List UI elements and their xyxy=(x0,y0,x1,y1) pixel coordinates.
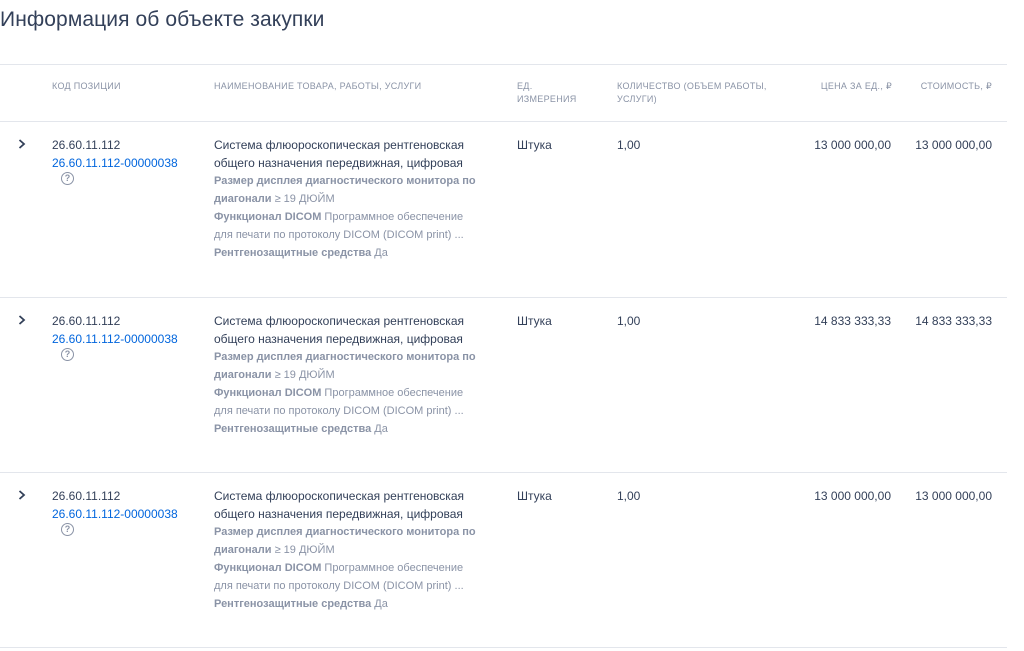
attribute-dicom-cont: для печати по протоколу DICOM (DICOM pri… xyxy=(214,229,464,241)
page-title: Информация об объекте закупки xyxy=(0,8,325,31)
item-name-line2: общего назначения передвижная, цифровая xyxy=(214,332,463,346)
row-divider xyxy=(0,297,1007,298)
attribute-value: ≥ 19 ДЮЙМ xyxy=(271,544,335,556)
attribute-label: Функционал DICOM xyxy=(214,387,322,399)
attribute-label: Размер дисплея диагностического монитора… xyxy=(214,526,476,538)
attribute-value: Да xyxy=(371,247,388,259)
header-unit-price: ЦЕНА ЗА ЕД., ₽ xyxy=(820,81,892,91)
unit-price-cell: 13 000 000,00 xyxy=(814,138,891,152)
item-name-line2: общего назначения передвижная, цифровая xyxy=(214,156,463,170)
header-unit-line2: ИЗМЕРЕНИЯ xyxy=(517,94,577,104)
attribute-label: диагонали xyxy=(214,544,272,556)
ktru-code-link[interactable]: 26.60.11.112-00000038 xyxy=(52,505,202,523)
unit-price-cell: 14 833 333,33 xyxy=(814,314,891,328)
attribute-dicom: Функционал DICOM Программное обеспечение xyxy=(214,559,504,577)
okpd-code: 26.60.11.112 xyxy=(52,489,121,503)
attribute-value: Да xyxy=(371,423,388,435)
okpd-code: 26.60.11.112 xyxy=(52,314,121,328)
item-name-cell: Система флюороскопическая рентгеновская … xyxy=(214,136,504,262)
help-icon[interactable]: ? xyxy=(61,348,74,361)
header-quantity-line2: УСЛУГИ) xyxy=(617,94,657,104)
attribute-label: диагонали xyxy=(214,193,272,205)
unit-cell: Штука xyxy=(517,489,552,503)
table-top-divider xyxy=(0,64,1007,65)
header-divider xyxy=(0,121,1007,122)
item-name-cell: Система флюороскопическая рентгеновская … xyxy=(214,487,504,613)
unit-price-cell: 13 000 000,00 xyxy=(814,489,891,503)
attribute-display-size-cont: диагонали ≥ 19 ДЮЙМ xyxy=(214,190,504,208)
header-unit: ЕД. ИЗМЕРЕНИЯ xyxy=(517,80,577,106)
attribute-display-size-cont: диагонали ≥ 19 ДЮЙМ xyxy=(214,366,504,384)
position-code-cell: 26.60.11.112 26.60.11.112-00000038 ? xyxy=(52,312,202,361)
attribute-dicom: Функционал DICOM Программное обеспечение xyxy=(214,208,504,226)
attribute-display-size: Размер дисплея диагностического монитора… xyxy=(214,172,504,190)
header-name: НАИМЕНОВАНИЕ ТОВАРА, РАБОТЫ, УСЛУГИ xyxy=(214,81,422,91)
chevron-right-icon xyxy=(18,490,26,500)
ktru-code-link[interactable]: 26.60.11.112-00000038 xyxy=(52,154,202,172)
row-divider xyxy=(0,472,1007,473)
item-name-line1: Система флюороскопическая рентгеновская xyxy=(214,138,464,152)
quantity-cell: 1,00 xyxy=(617,489,641,503)
cost-cell: 13 000 000,00 xyxy=(915,138,992,152)
header-quantity: КОЛИЧЕСТВО (ОБЪЕМ РАБОТЫ, УСЛУГИ) xyxy=(617,80,767,106)
item-name-line1: Система флюороскопическая рентгеновская xyxy=(214,489,464,503)
attribute-label: Рентгенозащитные средства xyxy=(214,423,372,435)
attribute-value: Программное обеспечение xyxy=(321,562,464,574)
attribute-display-size: Размер дисплея диагностического монитора… xyxy=(214,348,504,366)
unit-cell: Штука xyxy=(517,138,552,152)
attribute-value: ≥ 19 ДЮЙМ xyxy=(271,369,335,381)
attribute-value: Программное обеспечение xyxy=(321,387,464,399)
position-code-cell: 26.60.11.112 26.60.11.112-00000038 ? xyxy=(52,487,202,536)
quantity-cell: 1,00 xyxy=(617,138,641,152)
quantity-cell: 1,00 xyxy=(617,314,641,328)
expand-row-button[interactable] xyxy=(14,136,30,152)
expand-row-button[interactable] xyxy=(14,312,30,328)
okpd-code: 26.60.11.112 xyxy=(52,138,121,152)
chevron-right-icon xyxy=(18,315,26,325)
attribute-label: Размер дисплея диагностического монитора… xyxy=(214,351,476,363)
chevron-right-icon xyxy=(18,139,26,149)
item-name-cell: Система флюороскопическая рентгеновская … xyxy=(214,312,504,438)
attribute-dicom-cont: для печати по протоколу DICOM (DICOM pri… xyxy=(214,405,464,417)
cost-cell: 14 833 333,33 xyxy=(915,314,992,328)
header-quantity-line1: КОЛИЧЕСТВО (ОБЪЕМ РАБОТЫ, xyxy=(617,81,767,91)
attribute-display-size: Размер дисплея диагностического монитора… xyxy=(214,523,504,541)
attribute-label: Функционал DICOM xyxy=(214,211,322,223)
expand-row-button[interactable] xyxy=(14,487,30,503)
item-name-line2: общего назначения передвижная, цифровая xyxy=(214,507,463,521)
attribute-value: ≥ 19 ДЮЙМ xyxy=(271,193,335,205)
cost-cell: 13 000 000,00 xyxy=(915,489,992,503)
attribute-label: Рентгенозащитные средства xyxy=(214,247,372,259)
attribute-dicom-cont: для печати по протоколу DICOM (DICOM pri… xyxy=(214,580,464,592)
help-icon[interactable]: ? xyxy=(61,523,74,536)
header-code: КОД ПОЗИЦИИ xyxy=(52,81,121,91)
attribute-value: Да xyxy=(371,598,388,610)
position-code-cell: 26.60.11.112 26.60.11.112-00000038 ? xyxy=(52,136,202,185)
attribute-value: Программное обеспечение xyxy=(321,211,464,223)
attribute-protection: Рентгенозащитные средства Да xyxy=(214,420,504,438)
attribute-protection: Рентгенозащитные средства Да xyxy=(214,595,504,613)
header-unit-line1: ЕД. xyxy=(517,81,533,91)
row-divider xyxy=(0,647,1007,648)
attribute-label: диагонали xyxy=(214,369,272,381)
help-icon[interactable]: ? xyxy=(61,172,74,185)
unit-cell: Штука xyxy=(517,314,552,328)
ktru-code-link[interactable]: 26.60.11.112-00000038 xyxy=(52,330,202,348)
attribute-protection: Рентгенозащитные средства Да xyxy=(214,244,504,262)
header-cost: СТОИМОСТЬ, ₽ xyxy=(920,81,992,91)
attribute-label: Функционал DICOM xyxy=(214,562,322,574)
attribute-dicom: Функционал DICOM Программное обеспечение xyxy=(214,384,504,402)
item-name-line1: Система флюороскопическая рентгеновская xyxy=(214,314,464,328)
attribute-label: Рентгенозащитные средства xyxy=(214,598,372,610)
attribute-display-size-cont: диагонали ≥ 19 ДЮЙМ xyxy=(214,541,504,559)
attribute-label: Размер дисплея диагностического монитора… xyxy=(214,175,476,187)
